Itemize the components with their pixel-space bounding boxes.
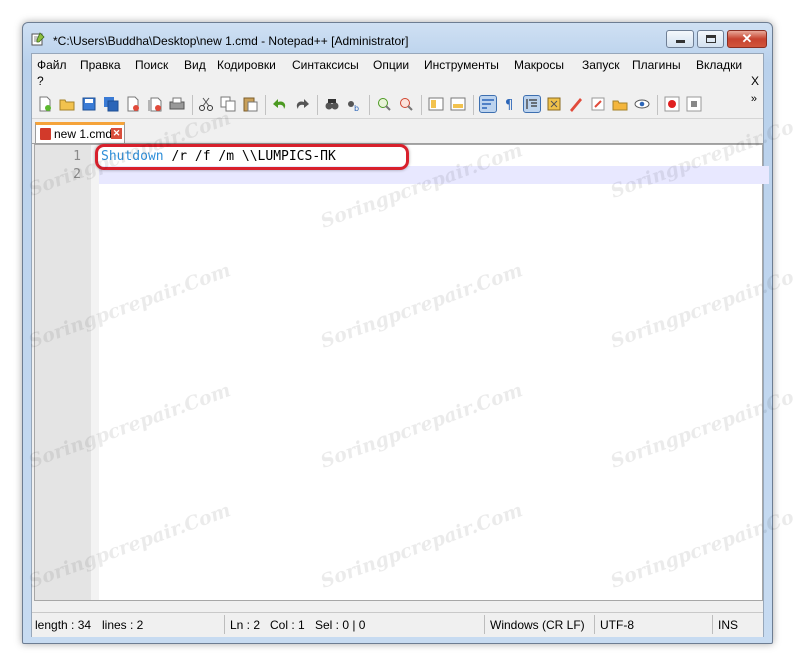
tab-bar: new 1.cmd ✕ <box>32 119 763 144</box>
user-defined-language-icon[interactable] <box>546 96 562 112</box>
save-icon[interactable] <box>81 96 97 112</box>
line-number-gutter: 1 2 <box>35 145 91 600</box>
title-bar[interactable]: *C:\Users\Buddha\Desktop\new 1.cmd - Not… <box>23 23 772 53</box>
watermark: Soringpcrepair.Com <box>607 259 793 353</box>
menu-encoding[interactable]: Кодировки <box>217 58 276 72</box>
editor-pane[interactable]: 1 2 Shutdown /r /f /m \\LUMPICS-ПК Sorin… <box>26 107 793 601</box>
close-icon: ✕ <box>741 31 753 46</box>
replace-icon[interactable]: b <box>346 96 362 112</box>
new-file-icon[interactable] <box>37 96 53 112</box>
monitoring-eye-icon[interactable] <box>634 96 650 112</box>
svg-text:¶: ¶ <box>505 98 513 112</box>
status-insert-mode[interactable]: INS <box>718 618 738 632</box>
close-document-button[interactable]: X <box>751 74 759 88</box>
tab-new-1-cmd[interactable]: new 1.cmd ✕ <box>35 122 125 143</box>
maximize-icon <box>706 35 716 43</box>
status-encoding[interactable]: UTF-8 <box>600 618 634 632</box>
status-eol[interactable]: Windows (CR LF) <box>490 618 585 632</box>
close-file-icon[interactable] <box>125 96 141 112</box>
menu-search[interactable]: Поиск <box>135 58 168 72</box>
zoom-out-icon[interactable] <box>398 96 414 112</box>
unsaved-file-icon <box>40 128 51 140</box>
menu-window[interactable]: Вкладки <box>696 58 742 72</box>
paste-icon[interactable] <box>242 96 258 112</box>
menu-edit[interactable]: Правка <box>80 58 121 72</box>
record-macro-icon[interactable] <box>664 96 680 112</box>
watermark: Soringpcrepair.Com <box>607 379 793 473</box>
watermark: Soringpcrepair.Com <box>317 499 526 593</box>
close-all-icon[interactable] <box>147 96 163 112</box>
menu-view[interactable]: Вид <box>184 58 206 72</box>
watermark: Soringpcrepair.Com <box>317 379 526 473</box>
sync-horizontal-icon[interactable] <box>450 96 466 112</box>
line-number: 2 <box>73 167 81 182</box>
toolbar: b ¶ » <box>32 92 763 119</box>
status-lines: lines : 2 <box>102 618 144 632</box>
toolbar-overflow-chevron-icon[interactable]: » <box>751 93 757 105</box>
find-icon[interactable] <box>324 96 340 112</box>
menu-settings[interactable]: Опции <box>373 58 409 72</box>
status-selection: Sel : 0 | 0 <box>315 618 366 632</box>
tab-close-icon[interactable]: ✕ <box>111 128 122 139</box>
print-icon[interactable] <box>169 96 185 112</box>
watermark: Soringpcrepair.Com <box>607 499 793 593</box>
save-all-icon[interactable] <box>103 96 119 112</box>
copy-icon[interactable] <box>220 96 236 112</box>
document-map-icon[interactable] <box>568 96 584 112</box>
menu-help[interactable]: ? <box>37 74 44 88</box>
menu-file[interactable]: Файл <box>37 58 67 72</box>
watermark: Soringpcrepair.Com <box>317 259 526 353</box>
undo-icon[interactable] <box>272 96 288 112</box>
indent-guide-icon[interactable] <box>523 95 541 113</box>
minimize-button[interactable] <box>666 30 694 48</box>
fold-margin <box>91 145 99 600</box>
redo-icon[interactable] <box>294 96 310 112</box>
function-list-icon[interactable] <box>590 96 606 112</box>
status-column: Col : 1 <box>270 618 305 632</box>
maximize-button[interactable] <box>697 30 724 48</box>
show-all-chars-icon[interactable]: ¶ <box>502 96 518 112</box>
close-window-button[interactable]: ✕ <box>727 30 767 48</box>
status-bar: length : 34 lines : 2 Ln : 2 Col : 1 Sel… <box>32 612 763 637</box>
cut-icon[interactable] <box>198 96 214 112</box>
word-wrap-icon[interactable] <box>479 95 497 113</box>
open-file-icon[interactable] <box>59 96 75 112</box>
line-number: 1 <box>73 149 81 164</box>
status-line: Ln : 2 <box>230 618 261 632</box>
menu-tools[interactable]: Инструменты <box>424 58 499 72</box>
menu-plugins[interactable]: Плагины <box>632 58 681 72</box>
zoom-in-icon[interactable] <box>376 96 392 112</box>
sync-vertical-icon[interactable] <box>428 96 444 112</box>
menu-run[interactable]: Запуск <box>582 58 620 72</box>
menu-macro[interactable]: Макросы <box>514 58 564 72</box>
status-length: length : 34 <box>35 618 92 632</box>
tab-label: new 1.cmd <box>54 127 113 141</box>
notepadpp-app-icon <box>31 32 45 46</box>
menu-bar: Файл Правка Поиск Вид Кодировки Синтакси… <box>32 54 763 92</box>
notepadpp-window: *C:\Users\Buddha\Desktop\new 1.cmd - Not… <box>22 22 793 644</box>
client-area: Файл Правка Поиск Вид Кодировки Синтакси… <box>26 53 793 637</box>
window-title: *C:\Users\Buddha\Desktop\new 1.cmd - Not… <box>53 34 409 48</box>
stop-macro-icon[interactable] <box>686 96 702 112</box>
folder-as-workspace-icon[interactable] <box>612 96 628 112</box>
svg-text:b: b <box>354 104 359 112</box>
minimize-icon <box>676 40 685 43</box>
command-highlight-annotation <box>95 144 409 170</box>
menu-language[interactable]: Синтаксисы <box>292 58 359 72</box>
